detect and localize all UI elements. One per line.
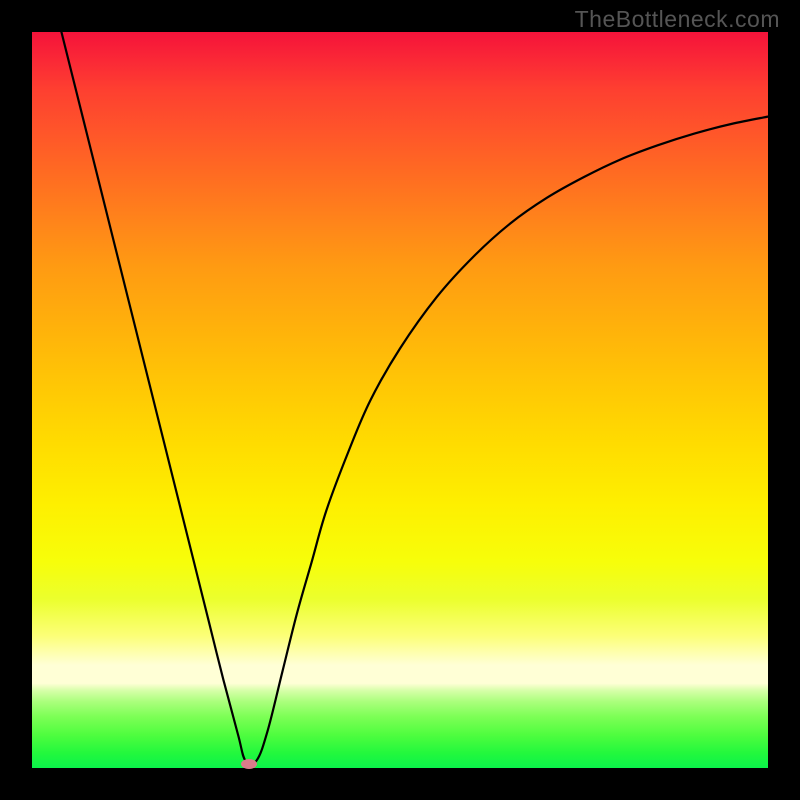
watermark-text: TheBottleneck.com xyxy=(575,6,780,33)
optimum-dot xyxy=(241,759,257,769)
chart-gradient-background xyxy=(32,32,768,768)
